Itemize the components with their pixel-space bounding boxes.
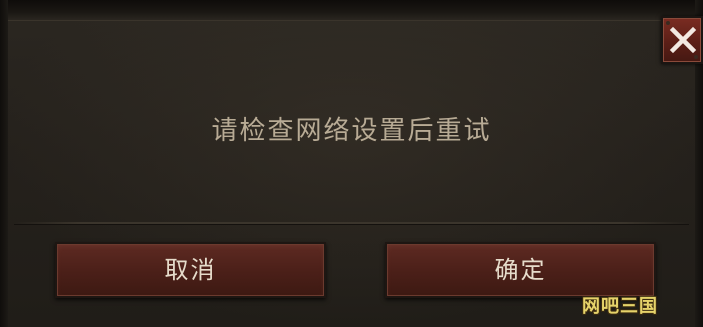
close-button[interactable] xyxy=(661,16,703,64)
dialog-left-frame xyxy=(0,0,8,327)
dialog-message: 请检查网络设置后重试 xyxy=(211,116,492,146)
network-error-dialog: 请检查网络设置后重试 取消 确定 网吧三国 xyxy=(0,0,703,327)
cancel-button[interactable]: 取消 xyxy=(55,242,326,298)
confirm-button[interactable]: 确定 xyxy=(385,242,656,298)
watermark-logo: 网吧三国 xyxy=(582,296,658,317)
dialog-top-frame xyxy=(0,0,703,21)
dialog-divider xyxy=(14,222,689,225)
close-icon xyxy=(669,26,697,54)
